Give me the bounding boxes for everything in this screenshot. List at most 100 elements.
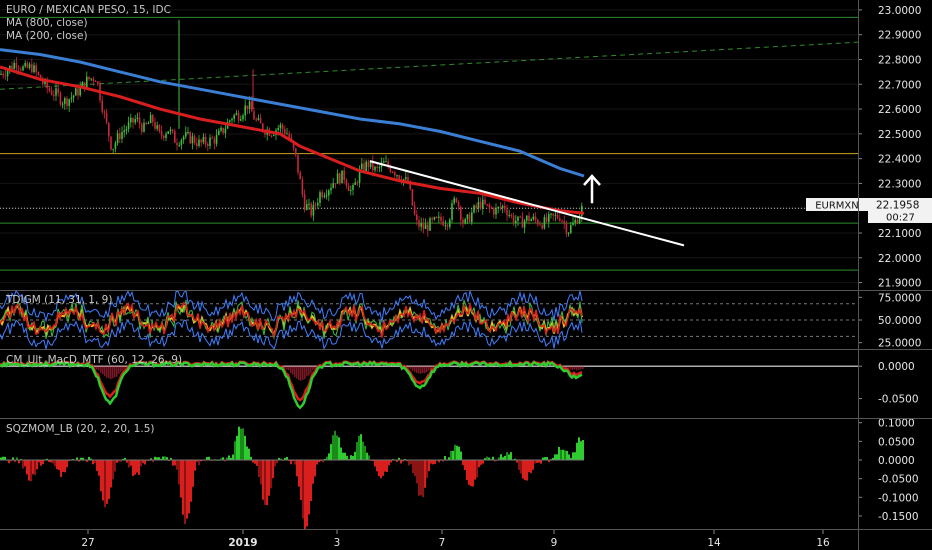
- sqz-dot: [96, 459, 98, 462]
- macd-hist-bar: [414, 366, 416, 372]
- tdigm-ytick-label-2: 25.0000: [878, 338, 921, 350]
- sqz-dot: [394, 459, 396, 462]
- sqz-bar: [108, 460, 110, 500]
- price-ytick-label-7: 22.3000: [878, 178, 921, 190]
- sqz-dot: [34, 459, 36, 462]
- sqz-ytick-label-4: -0.1000: [878, 492, 919, 504]
- sqz-dot: [552, 459, 554, 462]
- sqz-dot: [428, 459, 430, 462]
- sqz-dot: [574, 459, 576, 462]
- sqz-bar: [64, 460, 66, 473]
- sqz-bar: [258, 460, 260, 478]
- candle-body: [220, 127, 222, 131]
- sqz-dot: [516, 459, 518, 462]
- sqz-dot: [200, 459, 202, 462]
- macd-hist-bar: [408, 366, 410, 369]
- candle-body: [512, 215, 515, 224]
- time-axis[interactable]: 27 2019 3 7 9 14 16: [81, 530, 830, 549]
- candle-body: [169, 129, 172, 132]
- sqz-bar: [472, 460, 474, 487]
- sqz-dot: [372, 459, 374, 462]
- time-tick-label-1: 2019: [228, 537, 257, 549]
- sqz-bar: [56, 460, 58, 470]
- sqz-bar: [314, 460, 316, 477]
- sqz-bar: [518, 460, 520, 471]
- sqz-dot: [526, 459, 528, 462]
- sqz-dot: [348, 459, 350, 462]
- sqz-bar: [188, 460, 190, 514]
- candle-body: [314, 204, 317, 206]
- sqz-bar: [562, 449, 564, 461]
- sqz-ytick-label-5: -0.1500: [878, 511, 919, 523]
- candle-body: [167, 131, 169, 134]
- sqz-bar: [564, 450, 566, 461]
- macd-hist-bar: [302, 366, 304, 381]
- candle-body: [574, 219, 576, 223]
- sqz-dot: [494, 459, 496, 462]
- sqz-dot: [36, 459, 38, 462]
- candle-body: [501, 205, 504, 208]
- sqz-dot: [258, 459, 260, 462]
- sqz-dot: [178, 459, 180, 462]
- sqz-bar: [526, 460, 528, 481]
- sqz-dot: [304, 459, 306, 462]
- sqz-dot: [242, 459, 244, 462]
- sqz-dot: [16, 459, 18, 462]
- sqz-dot: [154, 459, 156, 462]
- sqz-dot: [398, 459, 400, 462]
- sqzmom-axis[interactable]: 0.1000 0.0500 0.0000 -0.0500 -0.1000 -0.1500: [858, 418, 919, 523]
- candle-body: [0, 73, 2, 75]
- candle-body: [319, 192, 321, 203]
- sqz-dot: [62, 459, 64, 462]
- sqz-bar: [36, 460, 38, 470]
- candle-body: [310, 203, 312, 216]
- sqz-bar: [576, 442, 578, 461]
- candle-body: [165, 133, 167, 138]
- candle-body: [209, 137, 211, 147]
- sqz-bar: [244, 435, 246, 461]
- sqz-bar: [272, 460, 274, 479]
- sqz-dot: [324, 459, 326, 462]
- candle-body: [482, 199, 484, 209]
- sqz-dot: [420, 459, 422, 462]
- sqz-dot: [90, 459, 92, 462]
- sqz-dot: [172, 459, 174, 462]
- sqz-dot: [318, 459, 320, 462]
- sqz-dot: [56, 459, 58, 462]
- sqz-dot: [278, 459, 280, 462]
- sqz-dot: [534, 459, 536, 462]
- candle-body: [24, 63, 26, 67]
- sqz-dot: [538, 459, 540, 462]
- candle-body: [127, 122, 130, 129]
- candle-body: [570, 225, 572, 233]
- sqz-dot: [68, 459, 70, 462]
- candle-body: [215, 134, 218, 144]
- sqz-bar: [304, 460, 306, 529]
- candle-body: [534, 216, 537, 220]
- sqz-bar: [308, 460, 310, 515]
- candle-body: [336, 173, 339, 184]
- price-axis[interactable]: 23.0000 22.9000 22.8000 22.7000 22.6000 22.50…: [858, 5, 921, 290]
- sqz-dot: [412, 459, 414, 462]
- sqz-dot: [202, 459, 204, 462]
- price-levels: [0, 16, 858, 271]
- sqz-dot: [576, 459, 578, 462]
- sqz-dot: [194, 459, 196, 462]
- macd-hist-bar: [578, 366, 580, 370]
- time-tick-label-2: 3: [334, 537, 341, 549]
- sqz-dot: [60, 459, 62, 462]
- sqz-dot: [456, 459, 458, 462]
- sqz-dot: [554, 459, 556, 462]
- candle-body: [383, 161, 385, 163]
- sqz-dot: [404, 459, 406, 462]
- macd-axis[interactable]: 0.0000 -0.0500: [858, 361, 919, 406]
- candle-body: [581, 205, 583, 217]
- sqz-bar: [110, 460, 112, 488]
- sqz-dot: [54, 459, 56, 462]
- candle-body: [202, 136, 205, 143]
- tdigm-axis[interactable]: 75.0000 50.0000 25.0000: [858, 292, 921, 350]
- sqz-dot: [344, 459, 346, 462]
- sqz-bar: [28, 460, 30, 481]
- sqz-dot: [196, 459, 198, 462]
- sqz-dot: [4, 459, 6, 462]
